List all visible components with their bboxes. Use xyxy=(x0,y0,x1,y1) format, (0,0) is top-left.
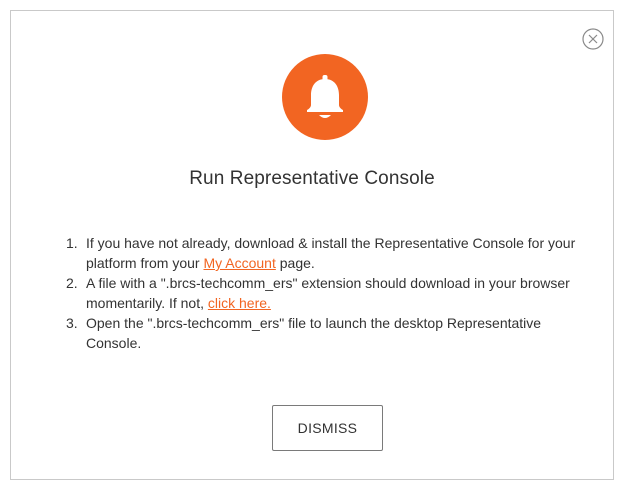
step-text: Open the ".brcs-techcomm_ers" file to la… xyxy=(86,315,542,351)
bell-badge xyxy=(282,54,368,140)
my-account-link[interactable]: My Account xyxy=(203,255,275,271)
step-text: If you have not already, download & inst… xyxy=(86,235,576,271)
bell-icon xyxy=(307,75,343,118)
step-number: 3. xyxy=(66,315,78,331)
instruction-step: 1. If you have not already, download & i… xyxy=(66,233,596,273)
click-here-link[interactable]: click here. xyxy=(208,295,271,311)
step-number: 1. xyxy=(66,235,78,251)
step-text-after: page. xyxy=(275,255,315,271)
instruction-step: 2. A file with a ".brcs-techcomm_ers" ex… xyxy=(66,273,596,313)
run-console-dialog: Run Representative Console 1. If you hav… xyxy=(10,10,614,480)
dismiss-button[interactable]: DISMISS xyxy=(272,405,383,451)
step-text: A file with a ".brcs-techcomm_ers" exten… xyxy=(86,275,570,311)
instructions-list: 1. If you have not already, download & i… xyxy=(66,233,596,353)
instruction-step: 3. Open the ".brcs-techcomm_ers" file to… xyxy=(66,313,596,353)
dialog-title: Run Representative Console xyxy=(189,168,435,189)
close-icon[interactable] xyxy=(582,28,604,50)
step-number: 2. xyxy=(66,275,78,291)
